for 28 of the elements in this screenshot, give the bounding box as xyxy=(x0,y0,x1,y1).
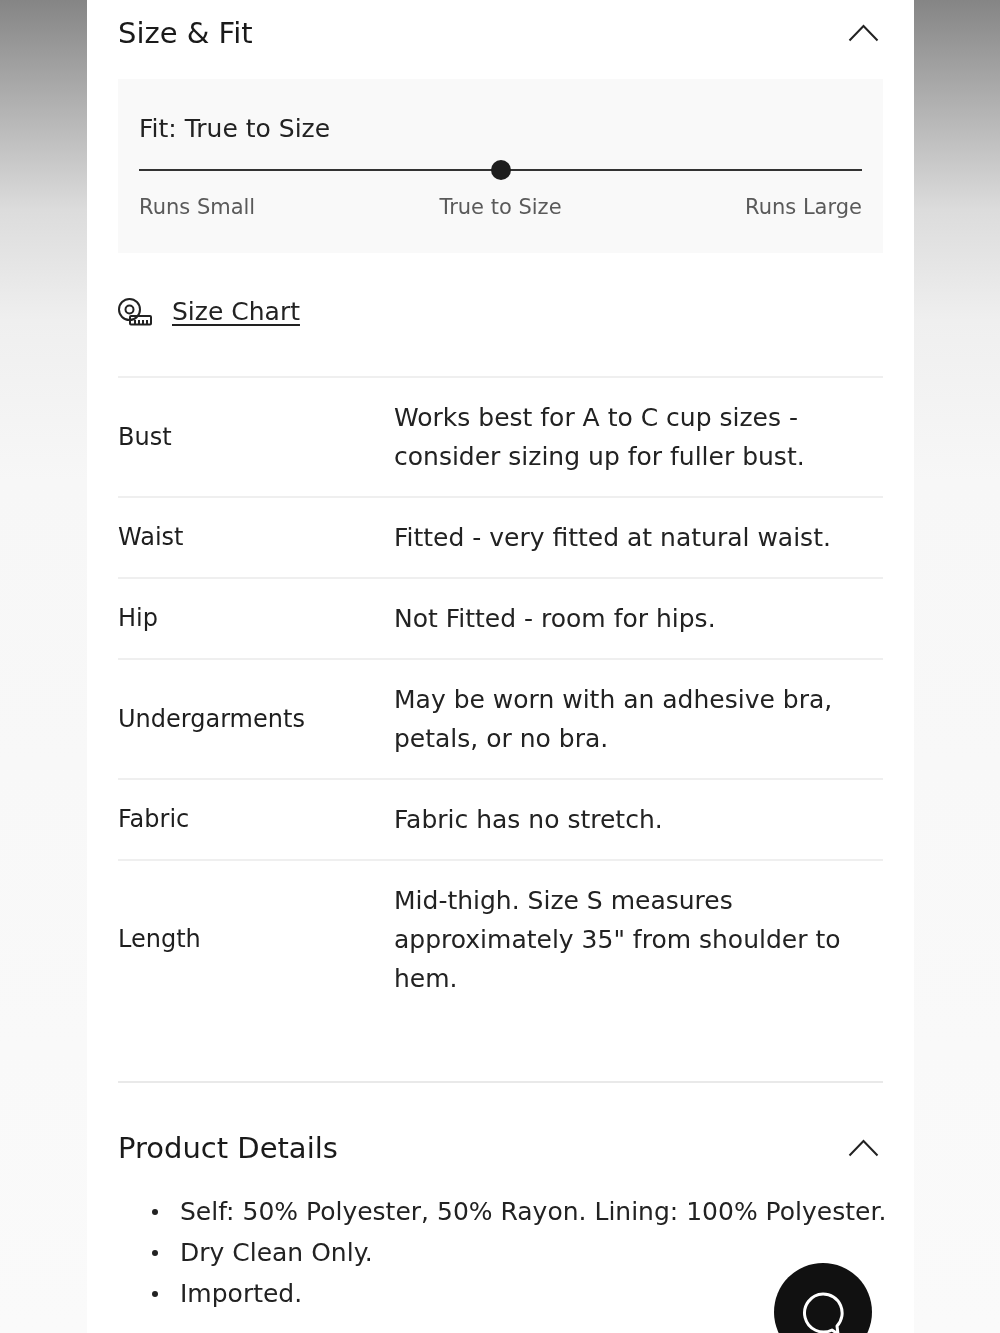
row-value: Not Fitted - room for hips. xyxy=(394,603,717,635)
row-value: May be worn with an adhesive bra, petals, or no bra. xyxy=(394,684,834,755)
chevron-up-icon[interactable] xyxy=(848,1139,879,1157)
tape-measure-icon xyxy=(118,298,152,326)
bullet-icon xyxy=(152,1290,158,1297)
scale-label: Runs Small xyxy=(139,194,256,220)
chevron-up-icon[interactable] xyxy=(848,24,879,42)
bullet-icon xyxy=(152,1208,158,1215)
row-value: Works best for A to C cup sizes - consider sizing up for fuller bust. xyxy=(394,402,806,473)
detail-text: Dry Clean Only. xyxy=(180,1237,373,1269)
section-title: Size & Fit xyxy=(118,16,253,50)
detail-text: Imported. xyxy=(180,1278,303,1310)
row-label: Bust xyxy=(118,421,172,453)
fit-label: Fit: True to Size xyxy=(139,113,332,145)
row-label: Fabric xyxy=(118,804,190,835)
row-value: Fitted - very fitted at natural waist. xyxy=(394,522,832,554)
size-chart-link[interactable]: Size Chart xyxy=(172,296,300,328)
row-value: Fabric has no stretch. xyxy=(394,804,664,836)
row-label: Length xyxy=(118,924,201,955)
scale-label: Runs Large xyxy=(745,194,862,220)
section-title: Product Details xyxy=(118,1131,338,1165)
row-value: Mid-thigh. Size S measures approximately 35" from shoulder to hem. xyxy=(394,885,842,995)
scale-label: True to Size xyxy=(439,194,562,220)
bullet-icon xyxy=(152,1249,158,1256)
row-label: Undergarments xyxy=(118,703,305,735)
row-label: Waist xyxy=(118,522,184,553)
detail-text: Self: 50% Polyester, 50% Rayon. Lining: 100% Polyester. xyxy=(180,1196,887,1228)
row-label: Hip xyxy=(118,603,158,634)
